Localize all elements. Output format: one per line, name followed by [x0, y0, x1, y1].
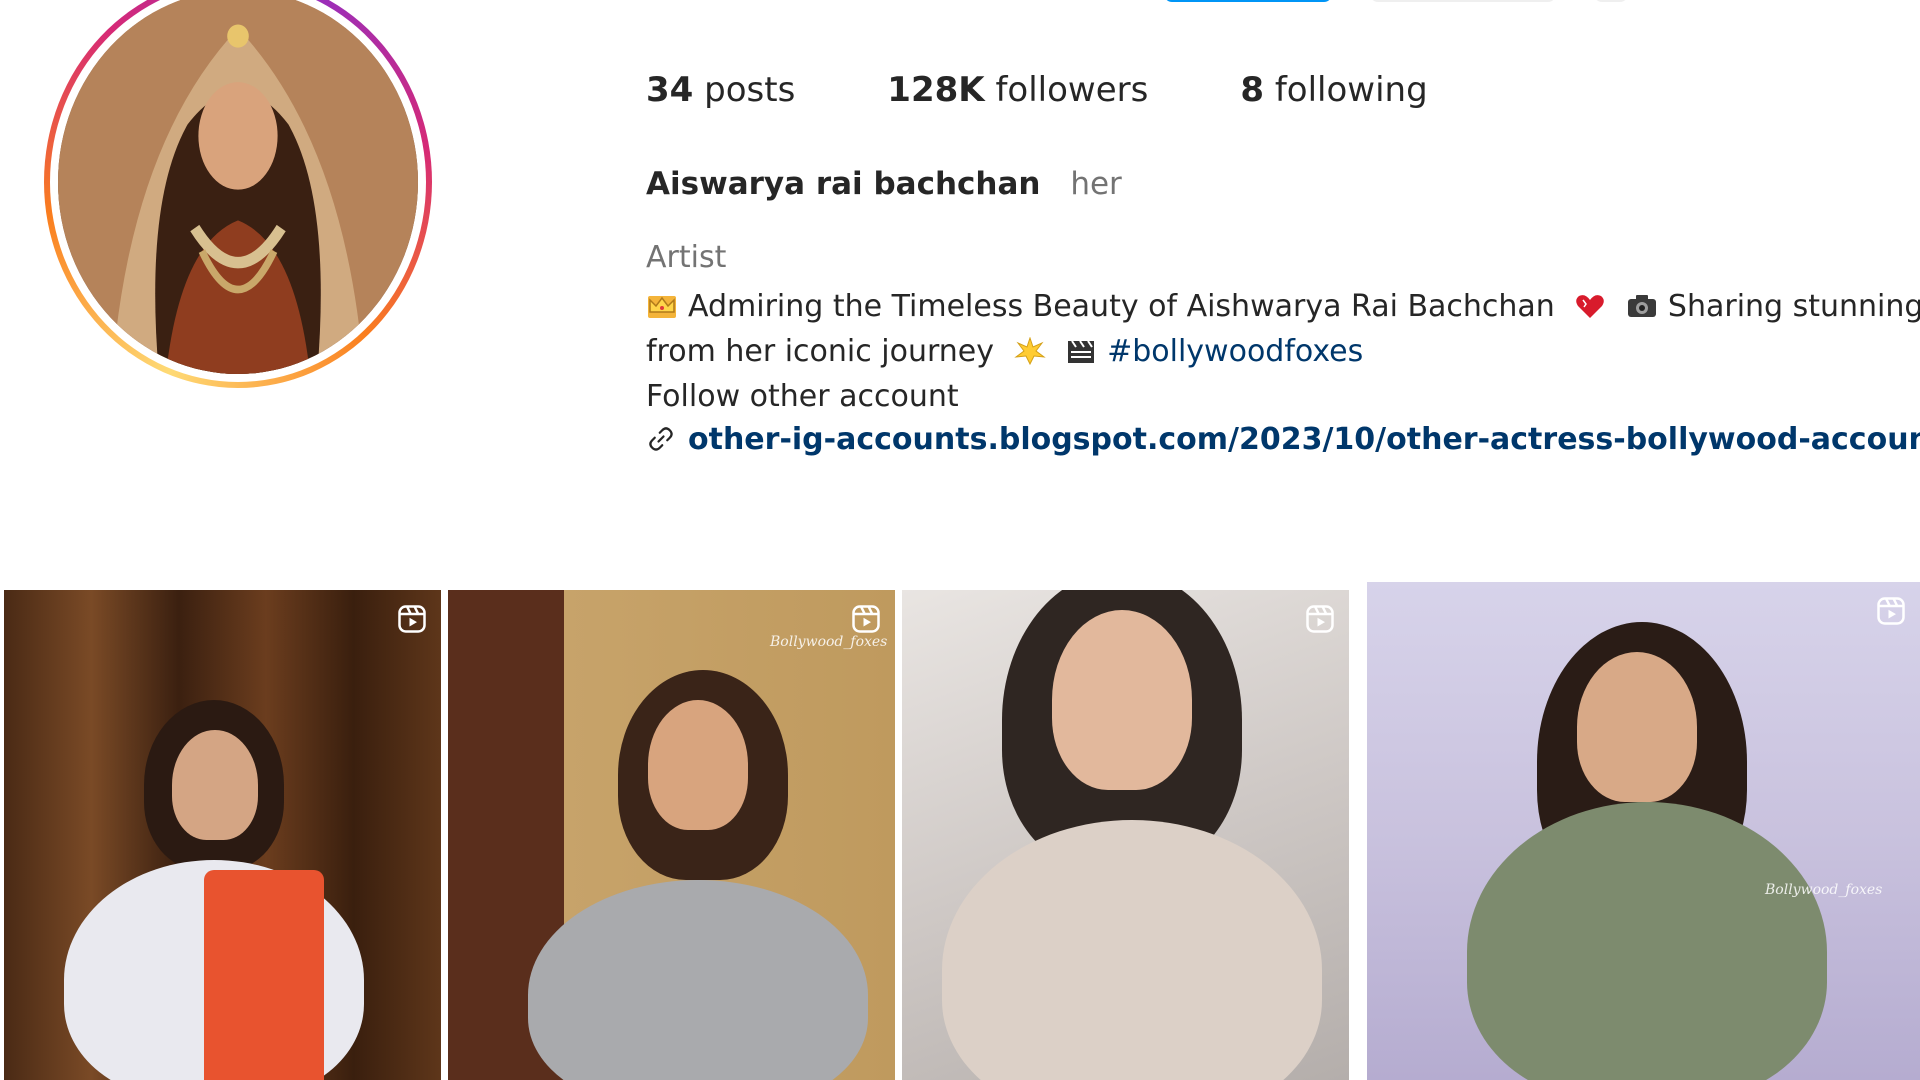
posts-stat: 34 posts — [646, 70, 795, 110]
bio-line-3: Follow other account — [646, 379, 959, 414]
profile-avatar[interactable] — [44, 0, 432, 388]
post-watermark: Bollywood_foxes — [770, 634, 888, 650]
reels-icon — [398, 605, 426, 633]
post-tile-2[interactable]: Bollywood_foxes — [448, 590, 895, 1080]
bio-text-2: from her iconic journey — [646, 334, 994, 369]
following-label: following — [1274, 70, 1428, 110]
profile-link-text: other-ig-accounts.blogspot.com/2023/10/o… — [688, 422, 1920, 457]
followers-label: followers — [995, 70, 1149, 110]
post-tile-1[interactable] — [4, 590, 441, 1080]
following-stat[interactable]: 8 following — [1240, 70, 1427, 110]
bio-text-1b: Sharing stunning mo — [1667, 289, 1920, 324]
bio-line-1: Admiring the Timeless Beauty of Aishwary… — [646, 284, 1920, 329]
reels-icon — [1306, 605, 1334, 633]
post-watermark: Bollywood_foxes — [1765, 882, 1883, 898]
posts-count: 34 — [646, 70, 694, 110]
sparkle-emoji — [1013, 337, 1046, 365]
clapper-emoji — [1068, 340, 1095, 363]
bio-line-2: from her iconic journey #bollywoodfoxes — [646, 329, 1920, 374]
followers-stat[interactable]: 128K followers — [887, 70, 1148, 110]
profile-name: Aiswarya rai bachchan — [646, 166, 1041, 202]
profile-name-row: Aiswarya rai bachchan her — [646, 166, 1122, 202]
posts-label: posts — [704, 70, 796, 110]
bio-hashtag[interactable]: #bollywoodfoxes — [1107, 334, 1363, 369]
post-tile-4[interactable]: Bollywood_foxes — [1367, 582, 1920, 1080]
suggested-button[interactable] — [1594, 0, 1628, 2]
profile-stats: 34 posts 128K followers 8 following — [646, 70, 1520, 110]
reels-icon — [1877, 597, 1905, 625]
profile-link[interactable]: other-ig-accounts.blogspot.com/2023/10/o… — [646, 422, 1920, 457]
camera-emoji — [1627, 295, 1656, 317]
crown-emoji — [648, 296, 676, 318]
link-icon — [649, 427, 673, 451]
heart-emoji — [1576, 295, 1605, 318]
reels-icon — [852, 605, 880, 633]
followers-count: 128K — [887, 70, 985, 110]
profile-bio: Admiring the Timeless Beauty of Aishwary… — [646, 284, 1920, 419]
following-count: 8 — [1240, 70, 1264, 110]
follow-button[interactable] — [1164, 0, 1332, 2]
avatar-image — [58, 0, 418, 374]
profile-pronouns: her — [1070, 166, 1122, 202]
bio-text-1: Admiring the Timeless Beauty of Aishwary… — [688, 289, 1555, 324]
message-button[interactable] — [1370, 0, 1556, 2]
profile-category: Artist — [646, 240, 727, 275]
post-tile-3[interactable] — [902, 590, 1349, 1080]
